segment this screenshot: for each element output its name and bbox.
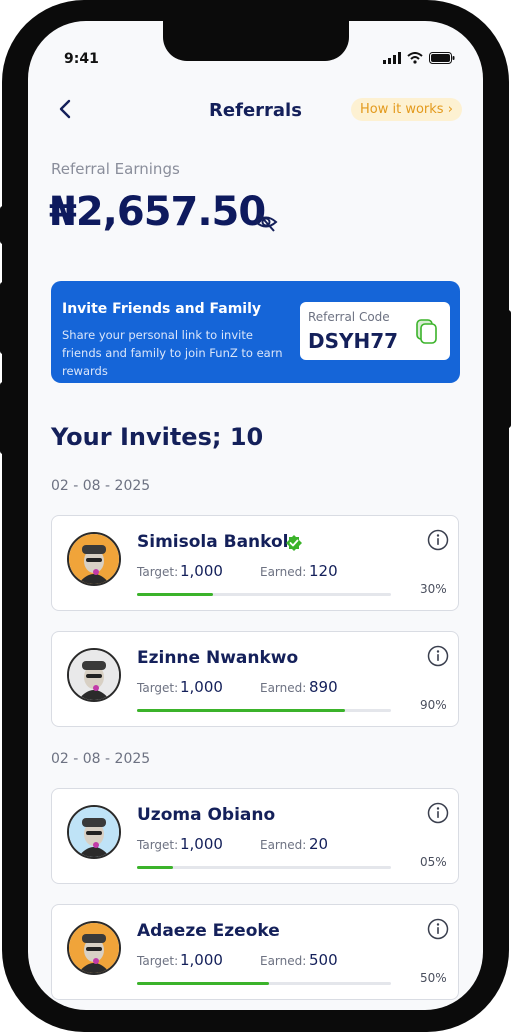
earned-label: Earned:	[260, 681, 307, 695]
progress-fill	[137, 982, 269, 985]
avatar-illustration-icon	[69, 650, 119, 700]
invitee-name: Uzoma Obiano	[137, 805, 276, 825]
progress-percent: 05%	[420, 855, 447, 869]
info-icon[interactable]	[427, 802, 449, 824]
banner-title: Invite Friends and Family	[62, 301, 262, 317]
how-it-works-link[interactable]: How it works ›	[351, 98, 462, 121]
app-screen: 9:41 Referrals How it works › Referral E…	[28, 21, 483, 1010]
target-label: Target:	[137, 954, 179, 968]
avatar	[67, 648, 121, 702]
wifi-icon	[407, 52, 423, 64]
signal-icon	[383, 52, 401, 64]
target-value: 1,000	[180, 678, 223, 696]
notch	[163, 21, 349, 61]
earned-label: Earned:	[260, 565, 307, 579]
avatar-illustration-icon	[69, 923, 119, 973]
target-label: Target:	[137, 565, 179, 579]
invites-heading: Your Invites; 10	[51, 423, 264, 451]
referral-code-value: DSYH77	[308, 329, 399, 353]
invite-card[interactable]: Uzoma Obiano Target: 1,000 Earned: 20 05…	[51, 788, 459, 884]
earned-value: 20	[309, 835, 329, 853]
invite-card[interactable]: Simisola Bankole Target: 1,000 Earned: 1…	[51, 515, 459, 611]
invite-date: 02 - 08 - 2025	[51, 751, 151, 767]
eye-off-icon[interactable]	[254, 211, 278, 233]
avatar-illustration-icon	[69, 807, 119, 857]
progress-fill	[137, 593, 213, 596]
referral-code-label: Referral Code	[308, 310, 390, 324]
invite-date: 02 - 08 - 2025	[51, 478, 151, 494]
target-label: Target:	[137, 838, 179, 852]
progress-track	[137, 866, 391, 869]
invite-banner: Invite Friends and Family Share your per…	[51, 281, 460, 383]
banner-description: Share your personal link to invite frien…	[62, 328, 283, 378]
earned-value: 890	[309, 678, 338, 696]
progress-percent: 50%	[420, 971, 447, 985]
progress-track	[137, 709, 391, 712]
battery-icon	[429, 52, 455, 64]
invite-card[interactable]: Ezinne Nwankwo Target: 1,000 Earned: 890…	[51, 631, 459, 727]
progress-track	[137, 593, 391, 596]
target-label: Target:	[137, 681, 179, 695]
progress-fill	[137, 709, 345, 712]
progress-percent: 30%	[420, 582, 447, 596]
target-value: 1,000	[180, 951, 223, 969]
info-icon[interactable]	[427, 645, 449, 667]
copy-icon[interactable]	[416, 319, 438, 345]
earnings-label: Referral Earnings	[51, 160, 180, 178]
invitee-name: Simisola Bankole	[137, 532, 301, 552]
phone-mockup: 9:41 Referrals How it works › Referral E…	[0, 0, 511, 1034]
back-arrow-icon[interactable]	[54, 97, 78, 121]
earnings-amount: ₦2,657.50	[49, 189, 266, 235]
verified-badge-icon	[286, 535, 303, 551]
referral-code-box[interactable]: Referral Code DSYH77	[300, 302, 450, 360]
avatar	[67, 921, 121, 975]
earned-label: Earned:	[260, 838, 307, 852]
invite-card[interactable]: Adaeze Ezeoke Target: 1,000 Earned: 500 …	[51, 904, 459, 1000]
avatar	[67, 532, 121, 586]
earned-label: Earned:	[260, 954, 307, 968]
avatar	[67, 805, 121, 859]
progress-fill	[137, 866, 173, 869]
avatar-illustration-icon	[69, 534, 119, 584]
earned-value: 500	[309, 951, 338, 969]
invitee-name: Ezinne Nwankwo	[137, 648, 299, 668]
info-icon[interactable]	[427, 529, 449, 551]
progress-track	[137, 982, 391, 985]
earned-value: 120	[309, 562, 338, 580]
progress-percent: 90%	[420, 698, 447, 712]
invitee-name: Adaeze Ezeoke	[137, 921, 280, 941]
status-icons	[383, 52, 455, 64]
target-value: 1,000	[180, 562, 223, 580]
info-icon[interactable]	[427, 918, 449, 940]
target-value: 1,000	[180, 835, 223, 853]
status-time: 9:41	[64, 51, 99, 67]
